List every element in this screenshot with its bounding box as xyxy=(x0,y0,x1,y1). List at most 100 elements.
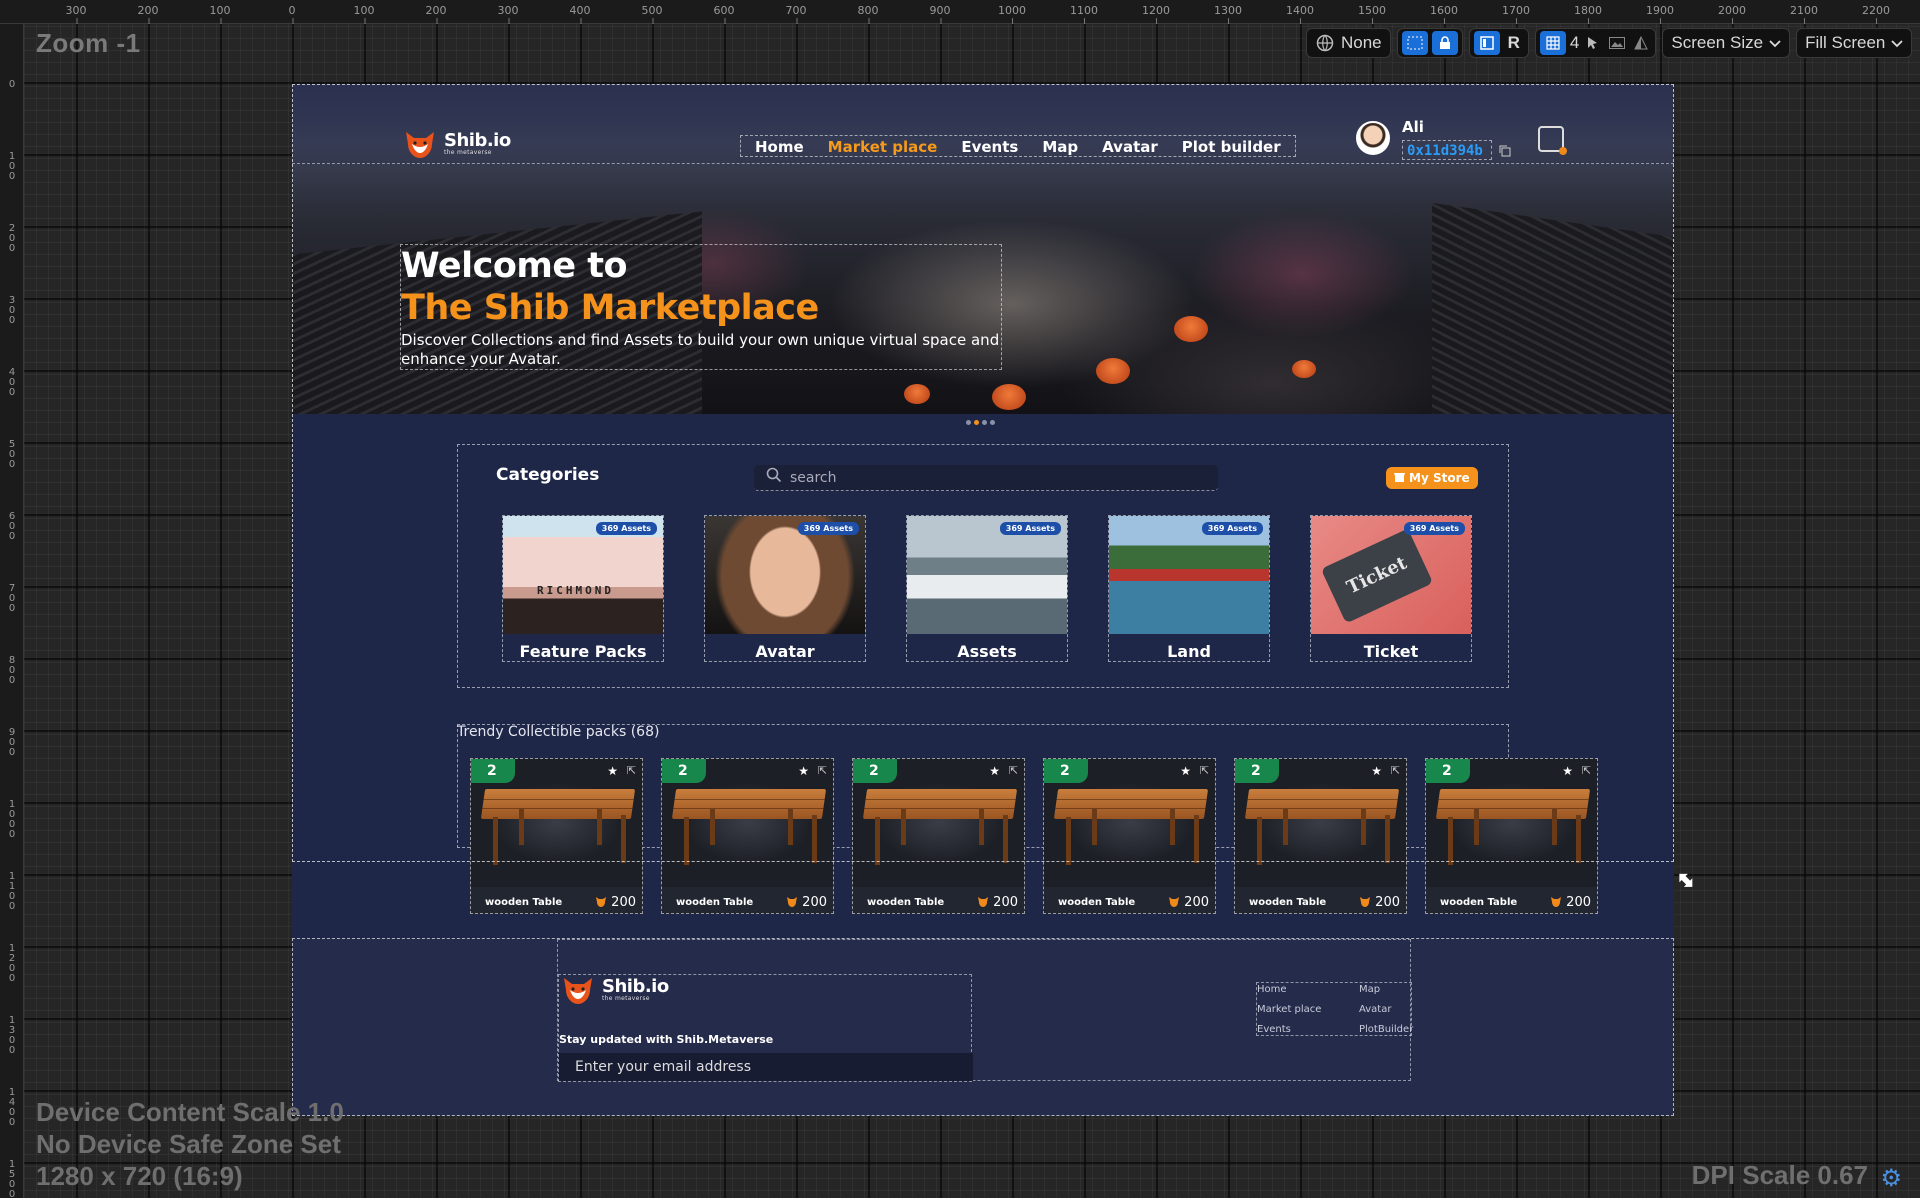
star-icon[interactable]: ★ xyxy=(1180,764,1191,778)
footer-link-map[interactable]: Map xyxy=(1359,983,1413,997)
copy-icon[interactable] xyxy=(1498,144,1512,158)
carousel-dot[interactable] xyxy=(990,420,995,425)
collectible-price: 200 xyxy=(1167,895,1209,910)
search-bar[interactable] xyxy=(754,465,1218,491)
collectible-card[interactable]: 2 ★ ⇱ wooden Table 200 xyxy=(1425,758,1598,914)
share-icon[interactable]: ⇱ xyxy=(1200,764,1209,777)
category-card-avatar[interactable]: 369 Assets Avatar xyxy=(704,515,866,662)
locale-label: None xyxy=(1341,33,1382,52)
star-icon[interactable]: ★ xyxy=(989,764,1000,778)
locale-selector[interactable]: None xyxy=(1306,28,1391,58)
collectible-card[interactable]: 2 ★ ⇱ wooden Table 200 xyxy=(661,758,834,914)
nav-map[interactable]: Map xyxy=(1030,136,1090,156)
newsletter-tagline: Stay updated with Shib.Metaverse xyxy=(559,1033,774,1046)
nav-marketplace[interactable]: Market place xyxy=(816,136,950,156)
footer-link-home[interactable]: Home xyxy=(1257,983,1321,997)
table-image xyxy=(1244,789,1400,819)
category-card-land[interactable]: 369 Assets Land xyxy=(1108,515,1270,662)
selection-icon[interactable] xyxy=(1401,31,1428,55)
search-input[interactable] xyxy=(790,469,1170,486)
footer-link-avatar[interactable]: Avatar xyxy=(1359,1003,1413,1017)
hero-lantern xyxy=(1096,358,1130,384)
carousel-dot[interactable] xyxy=(982,420,987,425)
star-icon[interactable]: ★ xyxy=(1371,764,1382,778)
contrast-icon[interactable] xyxy=(1631,33,1651,53)
header-logo[interactable]: Shib.io the metaverse xyxy=(400,128,511,160)
nav-events[interactable]: Events xyxy=(949,136,1030,156)
user-profile[interactable]: Ali 0x11d394b xyxy=(1356,118,1567,160)
image-icon[interactable] xyxy=(1607,33,1627,53)
wallet-address: 0x11d394b xyxy=(1402,140,1492,160)
footer-link-marketplace[interactable]: Market place xyxy=(1257,1003,1321,1017)
collectible-card[interactable]: 2 ★ ⇱ wooden Table 200 xyxy=(1043,758,1216,914)
star-icon[interactable]: ★ xyxy=(798,764,809,778)
table-leg xyxy=(1283,809,1288,845)
collectible-price: 200 xyxy=(976,895,1018,910)
carousel-dot[interactable] xyxy=(966,420,971,425)
star-icon[interactable]: ★ xyxy=(1562,764,1573,778)
ruler-tick-label: 1700 xyxy=(1502,4,1530,24)
hero-banner: Shib.io the metaverse Home Market place … xyxy=(292,84,1674,414)
hero-lantern xyxy=(1174,316,1208,342)
nav-avatar[interactable]: Avatar xyxy=(1090,136,1170,156)
chevron-down-icon xyxy=(1891,33,1904,53)
ruler-tick-label: 500 xyxy=(641,4,663,24)
ruler-tick-label: 0 xyxy=(288,4,296,24)
footer-link-plotbuilder[interactable]: PlotBuilder xyxy=(1359,1023,1413,1037)
table-leg xyxy=(875,817,880,865)
search-icon xyxy=(766,467,782,488)
ruler-tick-label: 1500 xyxy=(1358,4,1386,24)
category-card-assets[interactable]: 369 Assets Assets xyxy=(906,515,1068,662)
avatar[interactable] xyxy=(1356,121,1390,155)
star-icon[interactable]: ★ xyxy=(607,764,618,778)
hero-lantern xyxy=(1292,360,1316,378)
my-store-button[interactable]: My Store xyxy=(1386,467,1478,489)
settings-icon[interactable]: ⚙ xyxy=(1880,1164,1902,1193)
main-nav: Home Market place Events Map Avatar Plot… xyxy=(740,135,1296,157)
share-icon[interactable]: ⇱ xyxy=(1391,764,1400,777)
logo-text: Shib.io xyxy=(444,129,511,151)
share-icon[interactable]: ⇱ xyxy=(1582,764,1591,777)
ruler-tick-label: 900 xyxy=(8,727,16,758)
screen-size-dropdown[interactable]: Screen Size xyxy=(1662,28,1791,58)
ruler-tick-label: 600 xyxy=(713,4,735,24)
quantity-badge: 2 xyxy=(1235,759,1279,783)
collectible-card[interactable]: 2 ★ ⇱ wooden Table 200 xyxy=(1234,758,1407,914)
wallet-icon[interactable] xyxy=(1538,126,1567,155)
category-card-feature-packs[interactable]: 369 Assets Feature Packs xyxy=(502,515,664,662)
grid-count[interactable]: 4 xyxy=(1570,33,1579,53)
collectible-card[interactable]: 2 ★ ⇱ wooden Table 200 xyxy=(470,758,643,914)
collectible-footer: wooden Table 200 xyxy=(1426,889,1599,915)
cursor-icon[interactable] xyxy=(1583,33,1603,53)
r-toggle[interactable]: R xyxy=(1504,33,1524,53)
share-icon[interactable]: ⇱ xyxy=(1009,764,1018,777)
collectible-card[interactable]: 2 ★ ⇱ wooden Table 200 xyxy=(852,758,1025,914)
footer-link-events[interactable]: Events xyxy=(1257,1023,1321,1037)
email-field[interactable] xyxy=(559,1053,973,1081)
ruler-tick-label: 400 xyxy=(8,367,16,398)
table-leg xyxy=(901,809,906,845)
categories-panel: Categories My Store 369 Assets Feature P… xyxy=(457,444,1509,688)
collectible-footer: wooden Table 200 xyxy=(1235,889,1408,915)
fill-screen-label: Fill Screen xyxy=(1805,33,1886,52)
price-value: 200 xyxy=(611,894,636,910)
table-leg xyxy=(1552,809,1557,845)
ruler-horizontal: 300 200 100 0 100 200 300 400 500 600 700 800 900 100… xyxy=(0,0,1920,24)
nav-home[interactable]: Home xyxy=(743,136,816,156)
lock-icon[interactable] xyxy=(1431,31,1458,55)
fill-screen-dropdown[interactable]: Fill Screen xyxy=(1796,28,1913,58)
grid-icon[interactable] xyxy=(1539,31,1566,55)
layout-icon[interactable] xyxy=(1473,31,1500,55)
ruler-tick-label: 1900 xyxy=(1646,4,1674,24)
collectible-footer: wooden Table 200 xyxy=(853,889,1026,915)
nav-plot-builder[interactable]: Plot builder xyxy=(1170,136,1293,156)
share-icon[interactable]: ⇱ xyxy=(627,764,636,777)
carousel-dot[interactable] xyxy=(974,420,979,425)
collectible-price: 200 xyxy=(1549,895,1591,910)
table-leg xyxy=(812,815,817,863)
footer-links: Home Market place Events Map Avatar Plot… xyxy=(1256,982,1413,1037)
share-icon[interactable]: ⇱ xyxy=(818,764,827,777)
collectible-name: wooden Table xyxy=(1058,896,1136,908)
category-card-ticket[interactable]: 369 Assets Ticket xyxy=(1310,515,1472,662)
ruler-tick-label: 1300 xyxy=(1214,4,1242,24)
